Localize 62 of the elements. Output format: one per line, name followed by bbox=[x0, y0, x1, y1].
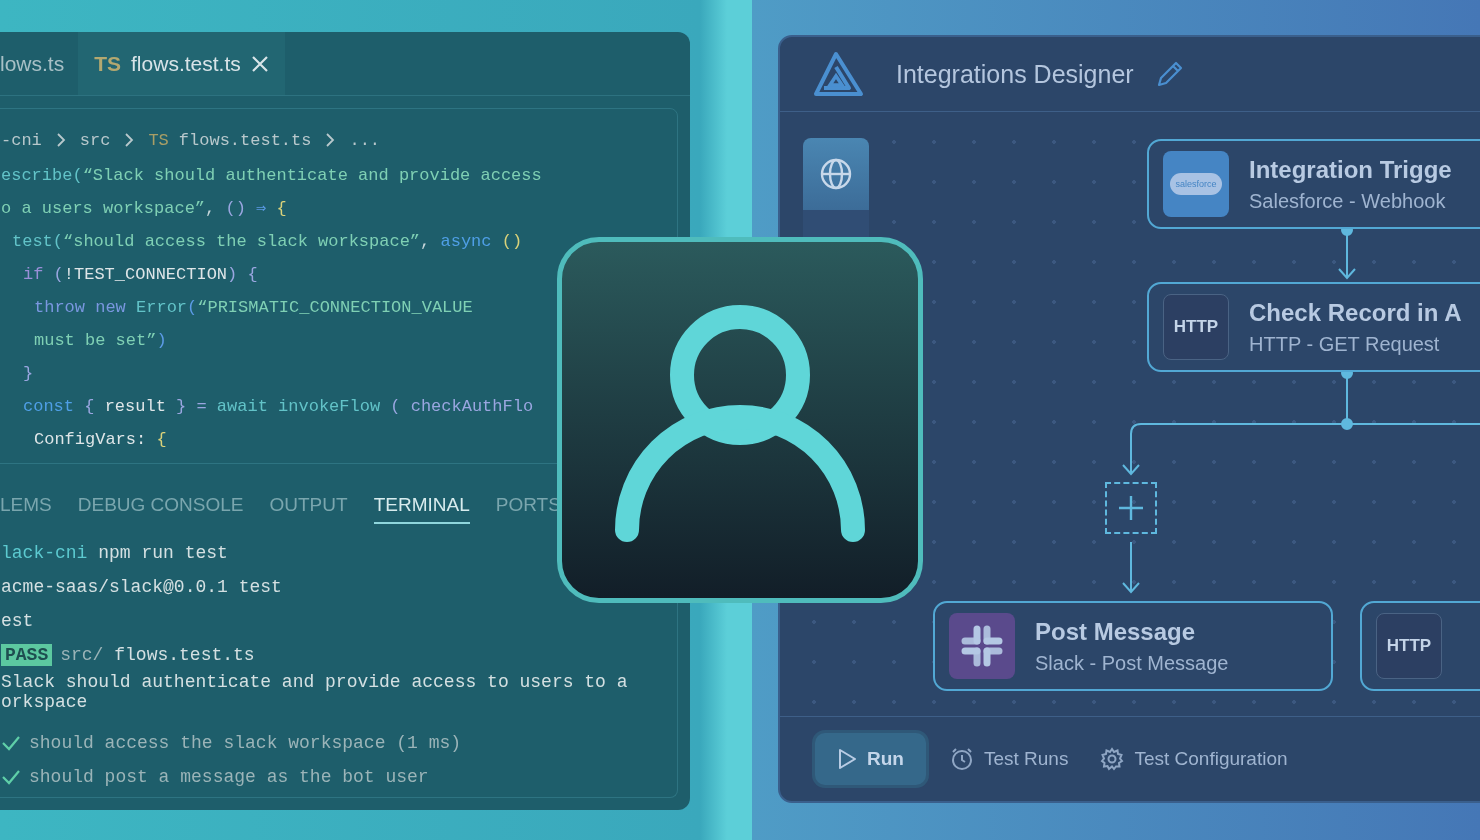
terminal-line: orkspace bbox=[1, 692, 89, 712]
check-icon bbox=[1, 734, 21, 752]
chevron-icon bbox=[55, 132, 66, 148]
chevron-icon bbox=[124, 132, 135, 148]
breadcrumb-item[interactable]: TS flows.test.ts bbox=[148, 130, 312, 150]
step-subtitle: HTTP - GET Request bbox=[1249, 332, 1441, 356]
close-icon[interactable] bbox=[250, 54, 269, 73]
test-result: should access the slack workspace (1 ms) bbox=[29, 732, 462, 755]
step-title: Post Message bbox=[1035, 617, 1197, 646]
step-subtitle: Salesforce - Webhook bbox=[1249, 189, 1447, 213]
cloud-icon: salesforce bbox=[1163, 151, 1229, 217]
panel-tab[interactable]: LEMS bbox=[0, 494, 52, 524]
settings-icon bbox=[1100, 747, 1125, 771]
code-line: throw new Error(“PRISMATIC_CONNECTION_VALUE bbox=[34, 297, 474, 319]
code-line: escribe(“Slack should authenticate and provide access bbox=[1, 165, 543, 187]
connector-arrow bbox=[1122, 541, 1140, 594]
run-button[interactable]: Run bbox=[815, 733, 926, 785]
footer-button[interactable]: Test Runs bbox=[941, 733, 1077, 785]
code-line: o a users workspace”, () ⇒ { bbox=[1, 198, 288, 220]
terminal-line: Slack should authenticate and provide access to users to a bbox=[1, 672, 629, 692]
stopwatch-icon bbox=[949, 747, 974, 771]
play-icon bbox=[837, 748, 857, 770]
panel-tab[interactable]: DEBUG CONSOLE bbox=[77, 494, 244, 524]
designer-title: Integrations Designer bbox=[896, 59, 1134, 89]
code-line: const { result } = await invokeFlow ( checkAuthFlo bbox=[23, 396, 535, 418]
http-icon: HTTP bbox=[1376, 613, 1442, 679]
pencil-icon[interactable] bbox=[1155, 60, 1184, 88]
code-line: must be set”) bbox=[34, 330, 168, 352]
flow-step-card[interactable]: salesforce Integration Trigge Salesforce - Webhook bbox=[1147, 139, 1480, 229]
code-line: if (!TEST_CONNECTION) { bbox=[23, 264, 259, 286]
step-title: Check Record in A bbox=[1249, 298, 1462, 327]
code-line: } bbox=[23, 363, 35, 385]
breadcrumb-item[interactable]: -cni bbox=[1, 130, 42, 150]
step-title: Integration Trigge bbox=[1249, 155, 1452, 184]
breadcrumb-item[interactable]: ... bbox=[349, 130, 381, 150]
flow-step-card[interactable]: HTTP Check Record in A HTTP - GET Request bbox=[1147, 282, 1480, 372]
sidebar-button[interactable] bbox=[803, 138, 869, 210]
logo-icon bbox=[812, 51, 864, 97]
footer-button[interactable]: Test Configuration bbox=[1092, 733, 1296, 785]
http-icon: HTTP bbox=[1163, 294, 1229, 360]
code-line: ConfigVars: { bbox=[34, 429, 168, 451]
breadcrumb-item[interactable]: src bbox=[79, 130, 111, 150]
add-step-button[interactable] bbox=[1105, 482, 1157, 534]
terminal-line: acme-saas/slack@0.0.1 test bbox=[1, 576, 283, 599]
terminal-line: est bbox=[1, 610, 35, 633]
terminal-line: src/ flows.test.ts bbox=[60, 644, 255, 667]
flow-step-card[interactable]: HTTP bbox=[1360, 601, 1480, 691]
panel-tab[interactable]: OUTPUT bbox=[269, 494, 348, 524]
hash-icon bbox=[960, 624, 1004, 668]
test-result: should post a message as the bot user bbox=[29, 766, 429, 789]
plus-icon bbox=[1118, 495, 1144, 521]
file-tab[interactable]: lows.ts bbox=[0, 32, 79, 95]
chevron-icon bbox=[325, 132, 336, 148]
code-line: test(“should access the slack workspace”, async () bbox=[12, 231, 524, 253]
flow-step-card[interactable]: Post Message Slack - Post Message bbox=[933, 601, 1333, 691]
step-subtitle: Slack - Post Message bbox=[1035, 651, 1229, 675]
terminal-line: lack-cni npm run test bbox=[1, 542, 229, 565]
globe-icon bbox=[819, 157, 853, 191]
pass-badge: PASS bbox=[1, 644, 53, 666]
file-tab[interactable]: TS flows.test.ts bbox=[78, 32, 285, 95]
panel-tab[interactable]: TERMINAL bbox=[373, 494, 470, 524]
check-icon bbox=[1, 768, 21, 786]
